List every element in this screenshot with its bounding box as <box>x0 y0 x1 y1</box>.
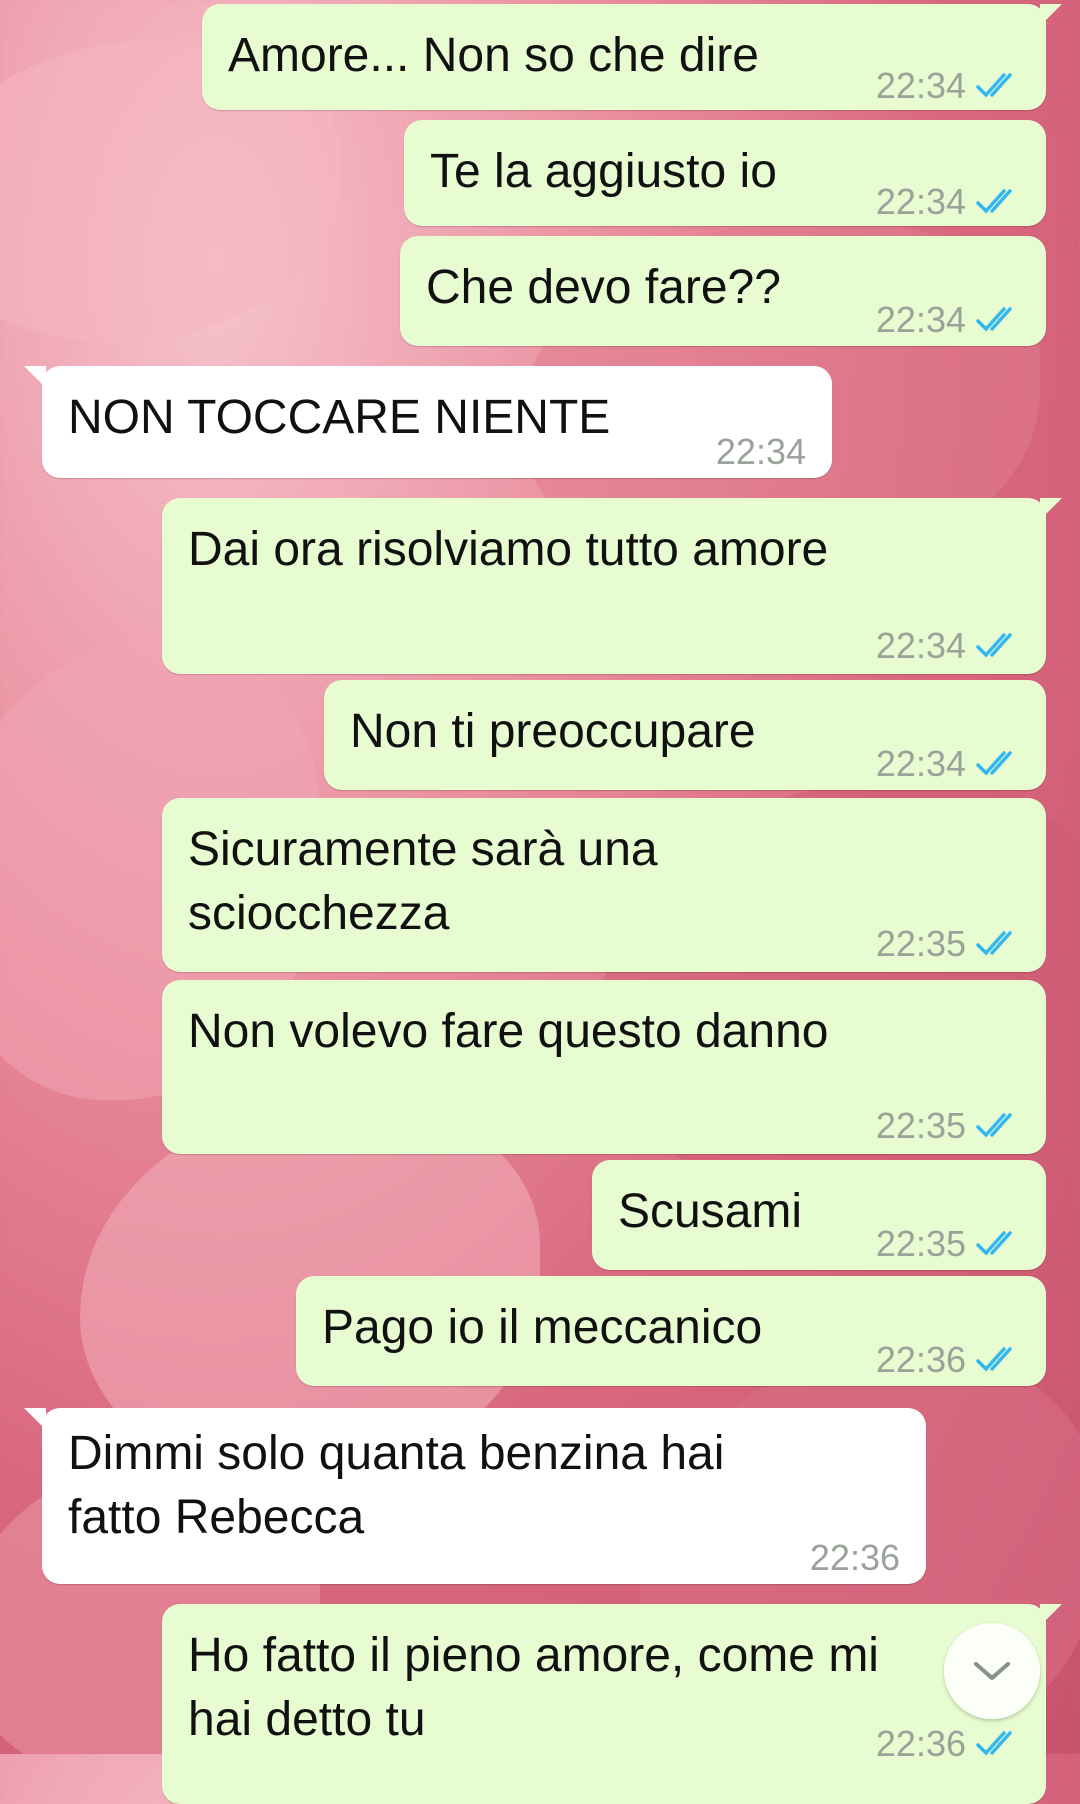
double-check-read-icon <box>976 73 1012 98</box>
message-text: NON TOCCARE NIENTE <box>68 391 611 444</box>
message-meta: 22:36 <box>810 1526 900 1590</box>
message-bubble[interactable]: Sicuramente sarà una sciocchezza 22:35 <box>162 798 1046 972</box>
message-bubble[interactable]: NON TOCCARE NIENTE 22:34 <box>24 366 832 478</box>
message-bubble[interactable]: Non volevo fare questo danno 22:35 <box>162 980 1046 1154</box>
message-text: Scusami <box>618 1185 803 1238</box>
chevron-down-icon <box>974 1662 1010 1680</box>
message-time: 22:34 <box>875 743 966 784</box>
double-check-read-icon <box>976 751 1012 776</box>
message-text: Che devo fare?? <box>426 261 781 314</box>
message-text: Sicuramente sarà una sciocchezza <box>188 823 658 940</box>
message-meta: 22:36 <box>876 1712 1020 1776</box>
message-time: 22:34 <box>715 431 806 472</box>
message-text: Dimmi solo quanta benzina hai fatto Rebe… <box>68 1427 725 1544</box>
message-time: 22:34 <box>875 625 966 666</box>
message-meta: 22:35 <box>876 912 1020 976</box>
message-time: 22:35 <box>875 923 966 964</box>
message-meta: 22:34 <box>876 54 1020 118</box>
message-time: 22:34 <box>875 65 966 106</box>
message-meta: 22:34 <box>716 420 806 484</box>
message-bubble[interactable]: Ho fatto il pieno amore, come mi hai det… <box>162 1604 1062 1804</box>
message-text: Pago io il meccanico <box>322 1301 763 1354</box>
double-check-read-icon <box>976 307 1012 332</box>
double-check-read-icon <box>976 1731 1012 1756</box>
bubble-tail <box>1040 1604 1062 1626</box>
message-bubble[interactable]: Non ti preoccupare 22:34 <box>324 680 1046 790</box>
message-bubble[interactable]: Scusami 22:35 <box>592 1160 1046 1270</box>
bubble-tail <box>24 366 46 388</box>
bubble-tail <box>1040 498 1062 520</box>
message-bubble[interactable]: Che devo fare?? 22:34 <box>400 236 1046 346</box>
message-text: Non ti preoccupare <box>350 705 756 758</box>
message-bubble[interactable]: Te la aggiusto io 22:34 <box>404 120 1046 226</box>
message-meta: 22:34 <box>876 170 1020 234</box>
message-meta: 22:34 <box>876 732 1020 796</box>
message-meta: 22:36 <box>876 1328 1020 1392</box>
scroll-to-bottom-button[interactable] <box>944 1623 1040 1719</box>
message-time: 22:36 <box>809 1537 900 1578</box>
message-text: Dai ora risolviamo tutto amore <box>188 523 829 576</box>
message-bubble[interactable]: Dimmi solo quanta benzina hai fatto Rebe… <box>24 1408 926 1584</box>
message-text: Ho fatto il pieno amore, come mi hai det… <box>188 1629 879 1746</box>
double-check-read-icon <box>976 1347 1012 1372</box>
double-check-read-icon <box>976 189 1012 214</box>
message-bubble[interactable]: Pago io il meccanico 22:36 <box>296 1276 1046 1386</box>
message-time: 22:34 <box>875 181 966 222</box>
message-time: 22:35 <box>875 1223 966 1264</box>
message-meta: 22:34 <box>876 614 1020 678</box>
message-time: 22:35 <box>875 1105 966 1146</box>
message-time: 22:36 <box>875 1339 966 1380</box>
bubble-tail <box>24 1408 46 1430</box>
double-check-read-icon <box>976 1113 1012 1138</box>
message-meta: 22:35 <box>876 1094 1020 1158</box>
message-meta: 22:34 <box>876 288 1020 352</box>
message-text: Amore... Non so che dire <box>228 29 759 82</box>
message-time: 22:36 <box>875 1723 966 1764</box>
message-list[interactable]: Amore... Non so che dire 22:34 Te la agg… <box>0 0 1080 1804</box>
message-text: Non volevo fare questo danno <box>188 1005 829 1058</box>
message-text: Te la aggiusto io <box>430 145 777 198</box>
double-check-read-icon <box>976 931 1012 956</box>
message-bubble[interactable]: Amore... Non so che dire 22:34 <box>202 4 1062 110</box>
message-time: 22:34 <box>875 299 966 340</box>
message-bubble[interactable]: Dai ora risolviamo tutto amore 22:34 <box>162 498 1062 674</box>
double-check-read-icon <box>976 633 1012 658</box>
double-check-read-icon <box>976 1231 1012 1256</box>
bubble-tail <box>1040 4 1062 26</box>
message-meta: 22:35 <box>876 1212 1020 1276</box>
